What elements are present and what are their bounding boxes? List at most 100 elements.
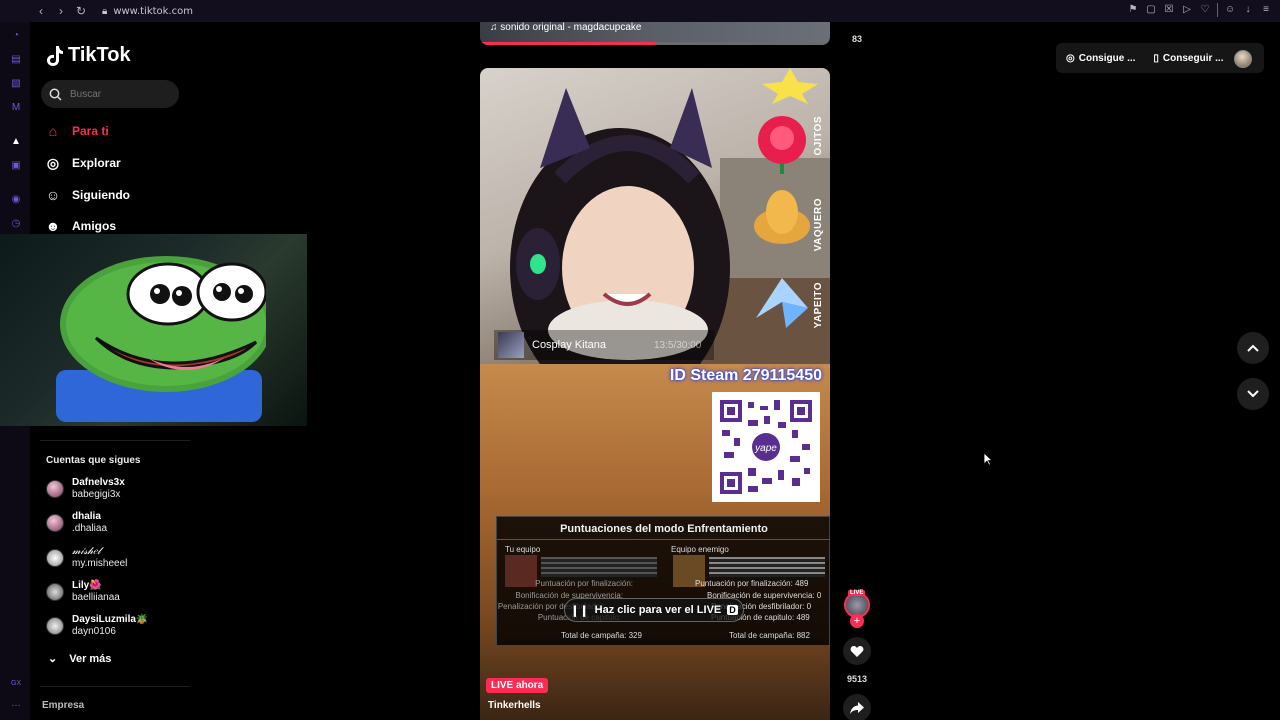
previous-video-button[interactable] [1237, 332, 1269, 364]
tiktok-strip-icon[interactable]: ▲ [10, 136, 22, 148]
live-now-badge: LIVE ahora [486, 678, 549, 693]
snapshot-icon[interactable]: ▢ [1145, 3, 1157, 17]
enemy-team-label: Equipo enemigo [671, 545, 729, 554]
twitch-icon[interactable]: ▣ [10, 160, 22, 172]
tiktok-logo[interactable]: TikTok [46, 44, 131, 67]
team-label: Tu equipo [505, 545, 541, 554]
following-account[interactable]: 𝓂𝒾𝓈𝒽𝑒𝓁 my.misheeel [46, 546, 127, 570]
search-icon [49, 88, 62, 101]
enemy-score-line: Puntuación por finalización: 489 [695, 579, 809, 588]
tiktok-note-icon [47, 45, 63, 66]
search-box[interactable] [41, 80, 179, 108]
reload-icon[interactable]: ↻ [72, 2, 90, 20]
chevron-down-icon: ⌄ [48, 653, 58, 665]
webcam-overlay [0, 234, 307, 426]
play-icon[interactable]: ▷ [1181, 3, 1193, 17]
team-total: Total de campaña: 329 [561, 631, 642, 640]
player-icon[interactable]: ◉ [10, 194, 22, 206]
download-icon[interactable]: ↓ [1242, 3, 1254, 17]
sidebar-divider [40, 440, 190, 441]
get-coins-button[interactable]: ◎ Consigue ... [1066, 53, 1135, 64]
music-caption[interactable]: ♫ sonido original - magdacupcake [490, 22, 641, 33]
get-app-label: Conseguir ... [1162, 52, 1224, 64]
following-account[interactable]: Dafnelvs3x babegigi3x [46, 477, 125, 501]
menu-icon[interactable]: ≡ [1260, 3, 1272, 17]
like-button[interactable] [843, 637, 871, 665]
live-host-name[interactable]: Tinkerhells [488, 700, 541, 711]
friends-icon: ☻ [45, 218, 61, 234]
get-app-button[interactable]: ▯ Conseguir ... [1153, 53, 1223, 64]
nav-item-explore[interactable]: ◎ Explorar [44, 154, 121, 172]
steam-id-text: ID Steam 279115450 [669, 367, 822, 384]
team-score-line: Puntuación por finalización: [535, 579, 633, 588]
account-handle: .dhaliaa [72, 523, 108, 534]
avatar [46, 617, 64, 635]
following-account[interactable]: Lily🌺 baelliianaa [46, 580, 120, 604]
user-avatar[interactable] [1234, 50, 1252, 68]
live-banner[interactable]: Cosplay Kitana 13:5/30:00 [494, 330, 714, 360]
m-app-icon[interactable]: M [10, 102, 22, 114]
nav-label: Amigos [72, 219, 117, 233]
avatar [46, 514, 64, 532]
note-icon[interactable]: ▧ [10, 78, 22, 90]
account-icon[interactable]: ☺ [1224, 3, 1236, 17]
see-more-button[interactable]: ⌄ Ver más [48, 652, 112, 666]
bag-icon[interactable]: ▤ [10, 54, 22, 66]
account-name: Lily🌺 [72, 580, 102, 591]
more-icon[interactable]: … [10, 698, 22, 710]
heart-icon [850, 645, 864, 657]
score-divider [497, 539, 830, 540]
company-link[interactable]: Empresa [42, 700, 84, 711]
next-video-button[interactable] [1237, 378, 1269, 410]
back-icon[interactable]: ‹ [32, 2, 50, 20]
nav-item-following[interactable]: ☺ Siguiendo [44, 186, 130, 204]
search-input[interactable] [70, 88, 170, 100]
pin-icon[interactable]: ⚑ [1127, 3, 1139, 17]
cowboy-hat-gift-icon [754, 190, 810, 244]
yape-qr-code: yape [712, 392, 820, 502]
pepe-frog-image [56, 256, 266, 422]
home-icon: ⌂ [48, 123, 58, 139]
chevron-up-icon [1247, 344, 1259, 352]
browser-toolbar: ‹ › ↻ 🔒︎ www.tiktok.com ⚑ ▢ ☒ ▷ ♡ ☺ ↓ ≡ [0, 0, 1280, 22]
d-key-icon: D [727, 605, 738, 615]
account-name: 𝓂𝒾𝓈𝒽𝑒𝓁 [72, 546, 101, 557]
see-more-label: Ver más [69, 652, 112, 665]
shield-icon[interactable]: ☒ [1163, 3, 1175, 17]
qr-yape-text: yape [754, 443, 777, 454]
streamer-camera: Cosplay Kitana 13:5/30:00 OJITOS VAQUERO… [480, 68, 830, 408]
coin-icon: ◎ [1066, 52, 1075, 64]
phone-icon: ▯ [1153, 52, 1159, 64]
avatar [46, 549, 64, 567]
share-button[interactable] [843, 694, 871, 720]
enemy-total: Total de campaña: 882 [729, 631, 810, 640]
following-account[interactable]: dhalia .dhaliaa [46, 511, 107, 535]
enemy-bars [709, 557, 825, 577]
toolbar-divider [1217, 3, 1218, 17]
previous-video[interactable]: ♫ sonido original - magdacupcake [480, 22, 830, 45]
score-panel: Puntuaciones del modo Enfrentamiento Tu … [496, 516, 830, 646]
forward-icon[interactable]: › [52, 2, 70, 20]
video-progress-bar[interactable] [480, 42, 830, 45]
nav-label: Para ti [72, 124, 109, 138]
live-video-player[interactable]: Cosplay Kitana 13:5/30:00 OJITOS VAQUERO… [480, 68, 830, 720]
banner-title: Cosplay Kitana [532, 339, 606, 351]
prev-share-count: 83 [851, 34, 862, 44]
banner-timer: 13:5/30:00 [654, 339, 702, 351]
nav-item-for-you[interactable]: ⌂ Para ti [44, 122, 109, 140]
watch-live-button[interactable]: ❙❙ Haz clic para ver el LIVE D [564, 598, 744, 622]
account-handle: dayn0106 [72, 626, 116, 637]
lock-icon: 🔒︎ [102, 5, 108, 17]
gx-icon[interactable]: GX [10, 678, 22, 690]
nav-item-friends[interactable]: ☻ Amigos [44, 217, 116, 235]
speed-dial-icon[interactable]: ◔ [10, 30, 22, 42]
heart-icon[interactable]: ♡ [1199, 3, 1211, 17]
gift-label: YAPEITO [813, 282, 824, 329]
follow-button[interactable]: + [850, 614, 864, 628]
following-account[interactable]: DaysiLuzmila🪴 dayn0106 [46, 614, 148, 638]
address-bar[interactable]: 🔒︎ www.tiktok.com [102, 6, 193, 17]
live-bars-icon: ❙❙ [570, 604, 589, 617]
history-icon[interactable]: ◷ [10, 218, 22, 230]
sidebar-divider [40, 686, 190, 687]
account-handle: baelliianaa [72, 592, 120, 603]
